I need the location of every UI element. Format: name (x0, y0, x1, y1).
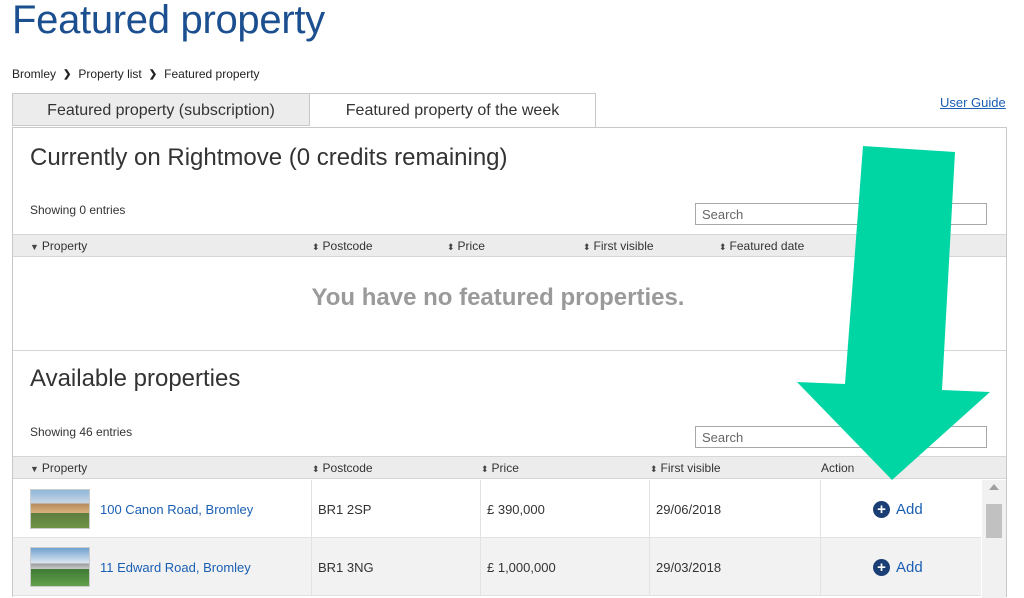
postcode-value: BR1 2SP (318, 501, 372, 517)
tab-featured-subscription[interactable]: Featured property (subscription) (12, 93, 310, 126)
breadcrumb-item-current: Featured property (164, 67, 260, 81)
table-scrollbar[interactable] (982, 480, 1006, 598)
column-header-price[interactable]: ⬍ Price (481, 461, 519, 475)
tab-featured-of-the-week[interactable]: Featured property of the week (310, 93, 596, 128)
sort-icon: ⬍ (447, 242, 455, 252)
empty-message: You have no featured properties. (311, 284, 685, 311)
price-cell: £ 390,000 (481, 480, 650, 538)
sort-icon: ⬍ (719, 242, 727, 252)
first-visible-cell: 29/03/2018 (650, 538, 821, 596)
column-header-featured-date[interactable]: ⬍ Featured date (719, 239, 804, 253)
column-header-first-visible[interactable]: ⬍ First visible (650, 461, 721, 475)
available-table-header: ▼ Property ⬍ Postcode ⬍ Price ⬍ First visibl… (13, 456, 1006, 479)
plus-circle-icon: + (873, 500, 890, 518)
available-search-input[interactable] (695, 426, 987, 448)
sort-desc-icon: ▼ (30, 242, 39, 252)
column-header-action: Action (821, 461, 855, 475)
current-showing-count: Showing 0 entries (30, 203, 126, 217)
current-section-title: Currently on Rightmove (0 credits remain… (30, 144, 508, 171)
empty-table-body: You have no featured properties. (13, 259, 1006, 351)
sort-icon: ⬍ (481, 464, 489, 474)
user-guide-link[interactable]: User Guide (940, 95, 1006, 110)
tab-bar: Featured property (subscription) Feature… (12, 93, 596, 128)
column-header-price[interactable]: ⬍ Price (447, 239, 485, 253)
sort-desc-icon: ▼ (30, 464, 39, 474)
property-thumbnail[interactable] (30, 547, 90, 587)
chevron-right-icon: ❯ (63, 68, 72, 80)
breadcrumb: Bromley ❯ Property list ❯ Featured prope… (12, 67, 260, 81)
column-header-property[interactable]: ▼ Property (30, 461, 87, 475)
add-button[interactable]: + Add (873, 500, 923, 518)
current-table-header: ▼ Property ⬍ Postcode ⬍ Price ⬍ First visibl… (13, 234, 1006, 257)
column-header-first-visible[interactable]: ⬍ First visible (583, 239, 654, 253)
action-cell: + Add (821, 480, 981, 538)
property-cell: 100 Canon Road, Bromley (13, 480, 312, 538)
table-row: 11 Edward Road, Bromley BR1 3NG £ 1,000,… (13, 538, 981, 596)
price-cell: £ 1,000,000 (481, 538, 650, 596)
tab-panel: Currently on Rightmove (0 credits remain… (12, 127, 1007, 598)
property-thumbnail[interactable] (30, 489, 90, 529)
action-cell: + Add (821, 538, 981, 596)
table-row: 100 Canon Road, Bromley BR1 2SP £ 390,00… (13, 480, 981, 538)
available-section-title: Available properties (30, 365, 241, 392)
column-header-postcode[interactable]: ⬍ Postcode (312, 239, 373, 253)
postcode-cell: BR1 3NG (312, 538, 481, 596)
chevron-right-icon: ❯ (148, 68, 158, 80)
price-value: £ 1,000,000 (487, 559, 556, 575)
plus-circle-icon: + (873, 558, 890, 576)
page-title: Featured property (12, 0, 325, 42)
column-header-property[interactable]: ▼ Property (30, 239, 87, 253)
postcode-value: BR1 3NG (318, 559, 374, 575)
available-showing-count: Showing 46 entries (30, 425, 133, 439)
first-visible-value: 29/03/2018 (656, 559, 722, 575)
property-address-link[interactable]: 100 Canon Road, Bromley (100, 502, 253, 517)
column-header-postcode[interactable]: ⬍ Postcode (312, 461, 373, 475)
sort-icon: ⬍ (312, 464, 320, 474)
sort-icon: ⬍ (312, 242, 320, 252)
first-visible-value: 29/06/2018 (656, 501, 722, 517)
price-value: £ 390,000 (487, 501, 545, 517)
sort-icon: ⬍ (583, 242, 591, 252)
breadcrumb-item-bromley[interactable]: Bromley (12, 67, 56, 81)
add-button[interactable]: + Add (873, 558, 923, 576)
scroll-up-arrow-icon[interactable] (989, 484, 999, 490)
sort-icon: ⬍ (650, 464, 658, 474)
current-search-input[interactable] (695, 203, 987, 225)
first-visible-cell: 29/06/2018 (650, 480, 821, 538)
available-table-body: 100 Canon Road, Bromley BR1 2SP £ 390,00… (13, 480, 981, 596)
postcode-cell: BR1 2SP (312, 480, 481, 538)
property-address-link[interactable]: 11 Edward Road, Bromley (100, 560, 251, 575)
breadcrumb-item-property-list[interactable]: Property list (78, 67, 141, 81)
scroll-thumb[interactable] (986, 504, 1002, 538)
property-cell: 11 Edward Road, Bromley (13, 538, 312, 596)
